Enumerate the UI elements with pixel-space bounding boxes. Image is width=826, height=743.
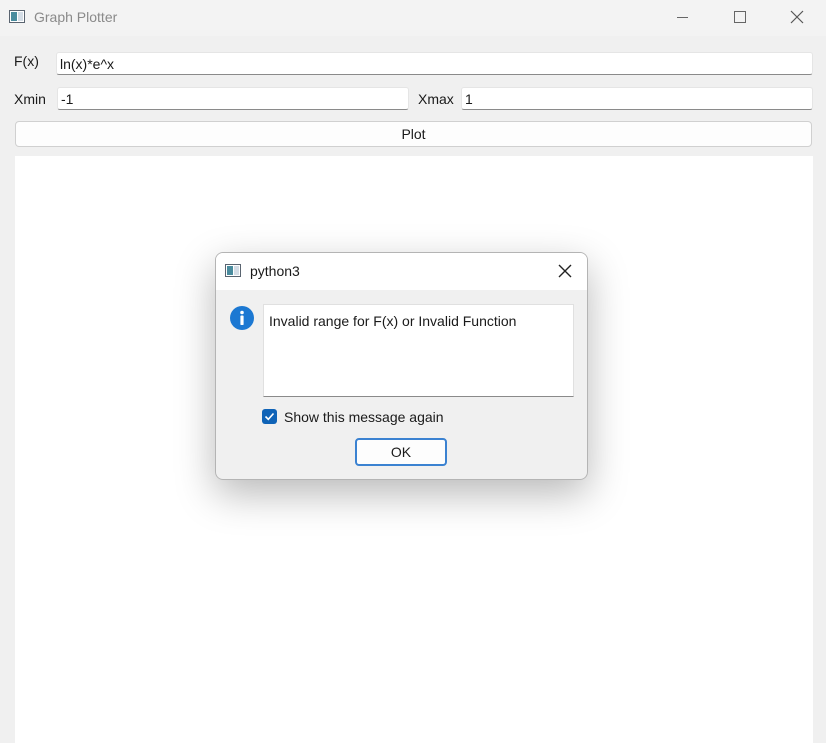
xmax-input[interactable]: 1 xyxy=(461,87,813,110)
xmax-label: Xmax xyxy=(418,91,454,107)
fx-label: F(x) xyxy=(14,53,39,69)
ok-button[interactable]: OK xyxy=(355,438,447,466)
close-icon xyxy=(558,264,572,278)
dialog-close-button[interactable] xyxy=(545,253,585,289)
window-title: Graph Plotter xyxy=(34,9,118,25)
xmin-input[interactable]: -1 xyxy=(57,87,409,110)
minimize-button[interactable] xyxy=(653,0,711,34)
plot-button[interactable]: Plot xyxy=(15,121,812,147)
show-again-label[interactable]: Show this message again xyxy=(284,409,444,425)
minimize-icon xyxy=(676,16,688,18)
message-text: Invalid range for F(x) or Invalid Functi… xyxy=(263,304,574,397)
xmin-label: Xmin xyxy=(14,91,46,107)
info-icon xyxy=(230,306,254,330)
dialog-app-icon xyxy=(225,264,241,277)
window-titlebar: Graph Plotter xyxy=(0,0,826,36)
maximize-button[interactable] xyxy=(711,0,769,34)
message-dialog: python3 Invalid range for F(x) or Invali… xyxy=(215,252,588,480)
checkmark-icon xyxy=(264,412,275,421)
dialog-title: python3 xyxy=(250,263,300,279)
close-button[interactable] xyxy=(768,0,826,34)
close-icon xyxy=(790,10,804,24)
dialog-titlebar: python3 xyxy=(216,253,587,290)
show-again-checkbox[interactable] xyxy=(262,409,277,424)
app-icon xyxy=(9,10,25,23)
maximize-icon xyxy=(734,11,746,23)
fx-input[interactable]: ln(x)*e^x xyxy=(56,52,813,75)
